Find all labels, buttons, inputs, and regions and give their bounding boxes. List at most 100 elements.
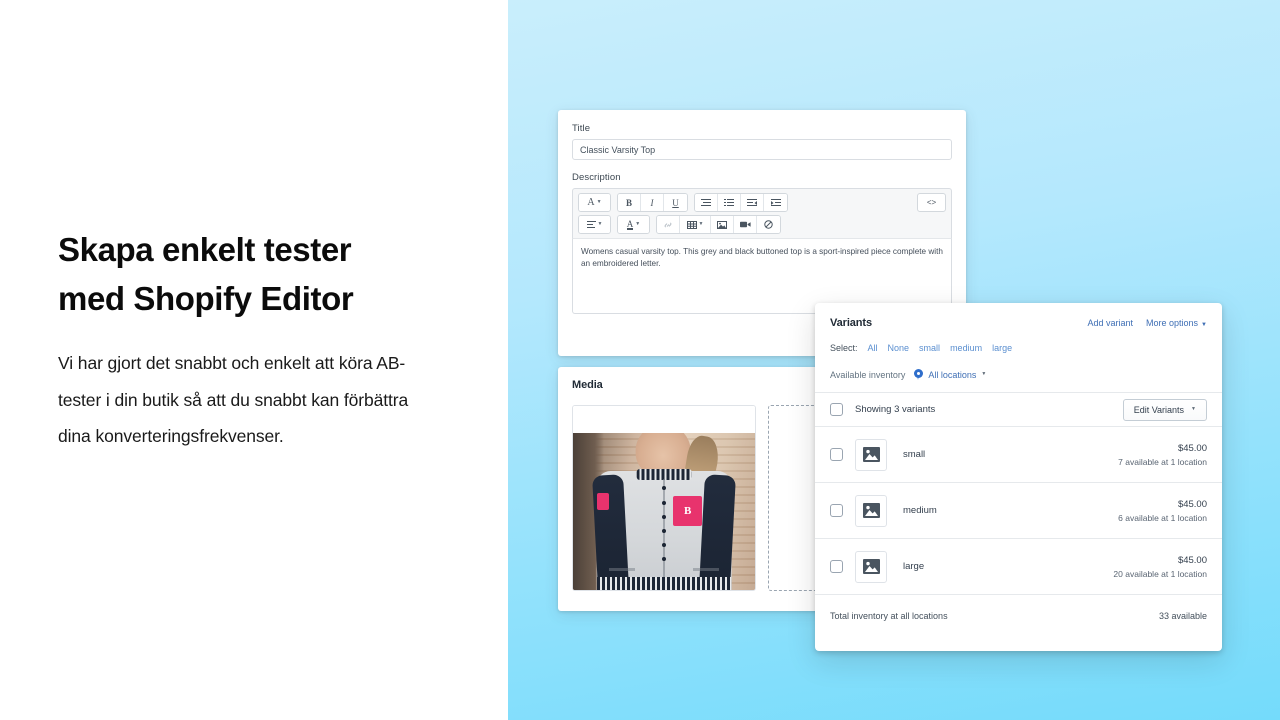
toolbar-group-insert: ▼ — [656, 215, 781, 234]
product-title-input[interactable]: Classic Varsity Top — [572, 139, 952, 160]
variants-panel: Variants Add variant More options ▼ Selec… — [815, 303, 1222, 651]
toolbar-group-align: ▼ — [578, 215, 611, 234]
available-inventory-label: Available inventory — [830, 369, 906, 380]
bulleted-list-icon[interactable] — [695, 194, 718, 211]
table-row[interactable]: large $45.00 20 available at 1 location — [815, 539, 1222, 595]
variant-meta: $45.00 6 available at 1 location — [1118, 499, 1207, 523]
variant-stock: 7 available at 1 location — [1118, 456, 1207, 467]
variants-title: Variants — [830, 317, 873, 329]
select-option-none[interactable]: None — [888, 343, 910, 353]
variant-row-checkbox[interactable] — [830, 504, 843, 517]
align-icon[interactable]: ▼ — [579, 216, 610, 233]
variants-header: Variants Add variant More options ▼ Selec… — [815, 303, 1222, 392]
bold-icon[interactable]: B — [618, 194, 641, 211]
variants-header-actions: Add variant More options ▼ — [1087, 318, 1207, 328]
showing-variants-count: Showing 3 variants — [855, 404, 936, 415]
variants-footer: Total inventory at all locations 33 avai… — [815, 595, 1222, 636]
variant-row-checkbox[interactable] — [830, 560, 843, 573]
indent-icon[interactable] — [764, 194, 787, 211]
table-row[interactable]: small $45.00 7 available at 1 location — [815, 427, 1222, 483]
code-view-icon[interactable]: <> — [917, 193, 946, 212]
select-all-checkbox[interactable] — [830, 403, 843, 416]
select-option-all[interactable]: All — [868, 343, 878, 353]
variants-select-row: Select: All None small medium large — [830, 343, 1207, 353]
chevron-down-icon: ▼ — [1201, 322, 1207, 328]
photo-jacket-pocket-left — [609, 568, 635, 572]
total-inventory-label: Total inventory at all locations — [830, 610, 948, 621]
slide-canvas: Skapa enkelt tester med Shopify Editor V… — [0, 0, 1280, 720]
variant-name: small — [903, 449, 926, 460]
italic-icon[interactable]: I — [641, 194, 664, 211]
variant-image-placeholder[interactable] — [855, 494, 887, 527]
image-placeholder-icon — [862, 559, 880, 574]
clear-formatting-icon[interactable] — [757, 216, 780, 233]
headline-line-1: Skapa enkelt tester — [58, 231, 352, 268]
varsity-jacket-photo: B — [573, 433, 755, 590]
variant-row-checkbox[interactable] — [830, 448, 843, 461]
variants-toolbar-left: Showing 3 variants — [830, 403, 935, 416]
product-title-value: Classic Varsity Top — [580, 144, 656, 155]
photo-jacket-button — [662, 500, 666, 505]
toolbar-group-font: A ▼ — [578, 193, 611, 212]
photo-jacket-button — [662, 486, 666, 491]
page-subtitle: Vi har gjort det snabbt och enkelt att k… — [58, 353, 409, 446]
location-pin-icon — [914, 369, 924, 380]
description-field-label: Description — [572, 172, 621, 183]
insert-video-icon[interactable] — [734, 216, 757, 233]
photo-jacket-sleeve-patch — [596, 492, 610, 510]
toolbar-group-color: A ▼ — [617, 215, 650, 234]
left-text-panel: Skapa enkelt tester med Shopify Editor V… — [0, 0, 508, 720]
photo-jacket-button — [662, 557, 666, 562]
photo-jacket-button — [662, 514, 666, 519]
font-style-icon[interactable]: A ▼ — [579, 194, 610, 211]
add-variant-link[interactable]: Add variant — [1087, 318, 1133, 328]
select-option-medium[interactable]: medium — [950, 343, 982, 353]
photo-jacket-sleeve-left — [591, 474, 629, 590]
locations-filter-label: All locations — [928, 369, 977, 380]
thumbnail-top-padding — [573, 406, 755, 433]
text-color-icon[interactable]: A ▼ — [618, 216, 649, 233]
rich-text-toolbar: A ▼ B I U <> ▼ A ▼ ▼ — [572, 188, 952, 238]
select-option-small[interactable]: small — [919, 343, 940, 353]
variant-image-placeholder[interactable] — [855, 550, 887, 583]
image-placeholder-icon — [862, 503, 880, 518]
more-options-label: More options — [1146, 318, 1199, 328]
variant-price: $45.00 — [1177, 498, 1207, 510]
underline-icon[interactable]: U — [664, 194, 687, 211]
photo-jacket-sleeve-right — [699, 474, 737, 590]
image-placeholder-icon — [862, 447, 880, 462]
numbered-list-icon[interactable] — [718, 194, 741, 211]
photo-jacket-pocket-right — [693, 568, 719, 572]
variant-meta: $45.00 7 available at 1 location — [1118, 443, 1207, 467]
variant-stock: 20 available at 1 location — [1113, 568, 1207, 579]
headline-line-2: med Shopify Editor — [58, 280, 354, 317]
variants-toolbar: Showing 3 variants Edit Variants ▼ — [815, 392, 1222, 427]
toolbar-row-1: A ▼ B I U <> — [578, 193, 946, 212]
photo-jacket-hem — [596, 577, 732, 590]
variant-image-placeholder[interactable] — [855, 438, 887, 471]
table-icon[interactable]: ▼ — [680, 216, 711, 233]
table-row[interactable]: medium $45.00 6 available at 1 location — [815, 483, 1222, 539]
insert-image-icon[interactable] — [711, 216, 734, 233]
more-options-button[interactable]: More options ▼ — [1146, 318, 1207, 328]
chevron-down-icon: ▼ — [981, 371, 987, 377]
variant-price: $45.00 — [1177, 442, 1207, 454]
link-icon[interactable] — [657, 216, 680, 233]
toolbar-group-lists — [694, 193, 788, 212]
locations-filter-button[interactable]: All locations ▼ — [914, 369, 986, 380]
toolbar-row-2: ▼ A ▼ ▼ — [578, 215, 946, 234]
available-inventory-row: Available inventory All locations ▼ — [830, 369, 1207, 392]
variant-price: $45.00 — [1177, 554, 1207, 566]
variant-stock: 6 available at 1 location — [1118, 512, 1207, 523]
select-option-large[interactable]: large — [992, 343, 1012, 353]
variant-name: medium — [903, 505, 937, 516]
photo-jacket-button — [662, 542, 666, 547]
product-image-thumbnail[interactable]: B — [572, 405, 756, 591]
total-inventory-value: 33 available — [1158, 610, 1207, 621]
photo-jacket-button — [662, 528, 666, 533]
edit-variants-button[interactable]: Edit Variants ▼ — [1122, 398, 1207, 421]
outdent-icon[interactable] — [741, 194, 764, 211]
photo-jacket-letter-patch: B — [673, 495, 703, 526]
variant-meta: $45.00 20 available at 1 location — [1113, 555, 1207, 579]
copy-block: Skapa enkelt tester med Shopify Editor V… — [58, 225, 438, 455]
